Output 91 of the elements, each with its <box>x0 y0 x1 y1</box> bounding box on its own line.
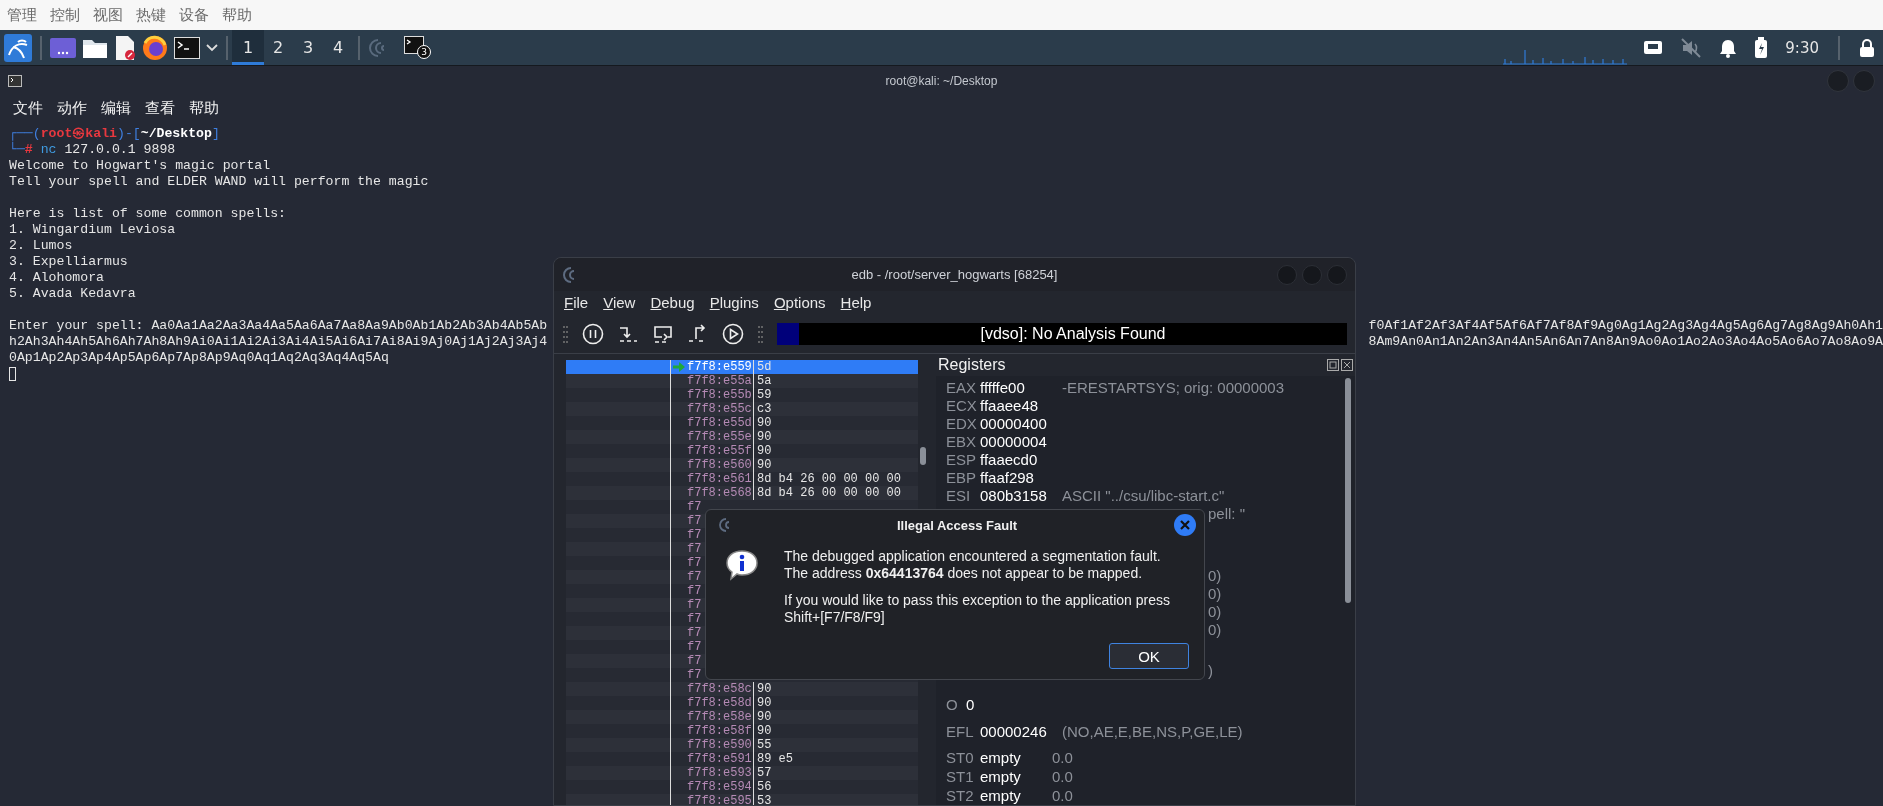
address-cell: f7f8:e55b <box>687 388 752 402</box>
register-value: fffffe00 <box>980 378 1026 396</box>
output-line: f0Af1Af2Af3Af4Af5Af6Af7Af8Af9Ag0Ag1Ag2Ag3Ag4Ag5Ag6Ag7Ag8Ag9Ah0Ah1 <box>1368 318 1883 334</box>
prompt-line: ┌──(root㉿kali)-[~/Desktop] <box>9 126 220 142</box>
register-name: ECX <box>946 396 978 414</box>
output-line: Here is list of some common spells: <box>9 206 286 222</box>
register-value: 0 <box>966 695 976 713</box>
register-name: EAX <box>946 378 977 396</box>
register-name: EDX <box>946 414 978 432</box>
status-text: [vdso]: No Analysis Found <box>979 325 1167 343</box>
register-text: pell: " <box>1208 504 1245 522</box>
output-line: 5. Avada Kedavra <box>9 286 136 302</box>
register-text: 0) <box>1208 584 1222 602</box>
register-comment: ASCII "../csu/libc-start.c" <box>1062 486 1225 504</box>
register-text: ) <box>1208 661 1213 679</box>
prompt-line: └─# nc 127.0.0.1 9898 <box>9 142 176 158</box>
register-name: ST1 <box>946 768 975 785</box>
register-name: EBX <box>946 432 977 450</box>
address-cell: f7f8:e593 <box>687 766 752 780</box>
register-comment: (NO,AE,E,BE,NS,P,GE,LE) <box>1062 722 1243 740</box>
address-cell: f7f8:e559 <box>687 360 752 374</box>
register-value: 080b3158 <box>980 486 1048 504</box>
panel-title: Registers <box>938 356 1006 374</box>
address-cell: f7f8:e590 <box>687 738 752 752</box>
address-cell: f7f8:e594 <box>687 780 752 794</box>
address-cell: f7f8:e595 <box>687 794 752 805</box>
address-cell: f7f8:e58c <box>687 682 752 696</box>
register-value: empty <box>980 749 1022 766</box>
address-cell: f7 <box>687 598 702 612</box>
address-cell: f7f8:e55f <box>687 444 752 458</box>
window-title: root@kali: ~/Desktop <box>885 73 998 88</box>
address-cell: f7f8:e591 <box>687 752 752 766</box>
register-comment: 0.0 <box>1052 787 1073 804</box>
address-cell: f7 <box>687 654 702 668</box>
output-line: 2. Lumos <box>9 238 73 254</box>
address-cell: f7f8:e55c <box>687 402 752 416</box>
output-line: Enter your spell: Aa0Aa1Aa2Aa3Aa4Aa5Aa6Aa7Aa8Aa9Ab0Ab1Ab2Ab3Ab4Ab5Ab <box>9 318 548 334</box>
register-name: ST0 <box>946 749 975 766</box>
address-cell: f7 <box>687 584 702 598</box>
window-title: edb - /root/server_hogwarts [68254] <box>851 267 1058 282</box>
output-line: Tell your spell and ELDER WAND will perform the magic <box>9 174 429 190</box>
register-name: EFL <box>946 722 975 740</box>
address-cell: f7f8:e55e <box>687 430 752 444</box>
address-cell: f7 <box>687 528 702 542</box>
address-cell: f7f8:e55d <box>687 416 752 430</box>
register-text: 0) <box>1208 566 1222 584</box>
address-cell: f7 <box>687 626 702 640</box>
register-text: 0) <box>1208 602 1222 620</box>
address-cell: f7f8:e560 <box>687 458 752 472</box>
register-name: EBP <box>946 468 977 486</box>
address-cell: f7f8:e561 <box>687 472 752 486</box>
address-cell: f7 <box>687 542 702 556</box>
register-name: ESI <box>946 486 972 504</box>
address-cell: f7 <box>687 500 702 514</box>
output-line: 1. Wingardium Leviosa <box>9 222 176 238</box>
address-cell: f7 <box>687 612 702 626</box>
register-comment: -ERESTARTSYS; orig: 00000003 <box>1062 378 1285 396</box>
address-cell: f7f8:e58e <box>687 710 752 724</box>
address-cell: f7 <box>687 640 702 654</box>
bytes-cell: 53 <box>753 794 918 805</box>
address-cell: f7f8:e568 <box>687 486 752 500</box>
dialog-title: Illegal Access Fault <box>896 517 1018 533</box>
address-cell: f7f8:e55a <box>687 374 752 388</box>
address-cell: f7f8:e58d <box>687 696 752 710</box>
count-badge: 3 <box>417 45 431 59</box>
register-value: empty <box>980 768 1022 785</box>
register-text: 0) <box>1208 620 1222 638</box>
address-cell: f7 <box>687 668 702 682</box>
register-comment: 0.0 <box>1052 768 1073 785</box>
register-name: O <box>946 695 959 713</box>
register-value: 00000400 <box>980 414 1048 432</box>
register-value: ffaaf298 <box>980 468 1035 486</box>
register-value: 00000004 <box>980 432 1048 450</box>
register-value: ffaaecd0 <box>980 450 1039 468</box>
address-cell: f7 <box>687 570 702 584</box>
output-line: 3. Expelliarmus <box>9 254 128 270</box>
register-value: 00000246 <box>980 722 1048 740</box>
register-comment: 0.0 <box>1052 749 1073 766</box>
output-line: 4. Alohomora <box>9 270 104 286</box>
hint-text: If you would like to pass this exception to the application press Shift+[F7/F8/F9] <box>784 592 1171 626</box>
output-line: h2Ah3Ah4Ah5Ah6Ah7Ah8Ah9Ai0Ai1Ai2Ai3Ai4Ai5Ai6Ai7Ai8Ai9Aj0Aj1Aj2Aj3Aj4 <box>9 334 548 350</box>
address-cell: f7 <box>687 556 702 570</box>
register-name: ST2 <box>946 787 975 804</box>
register-value: ffaaee48 <box>980 396 1040 414</box>
output-line: Welcome to Hogwart's magic portal <box>9 158 271 174</box>
output-line: 0Ap1Ap2Ap3Ap4Ap5Ap6Ap7Ap8Ap9Aq0Aq1Aq2Aq3Aq4Aq5Aq <box>9 350 389 366</box>
register-name: ESP <box>946 450 977 468</box>
output-line: 8Am9An0An1An2An3An4An5An6An7An8An9Ao0Ao1Ao2Ao3Ao4Ao5Ao6Ao7Ao8Ao9A <box>1368 334 1883 350</box>
register-value: empty <box>980 787 1022 804</box>
address-cell: f7f8:e58f <box>687 724 752 738</box>
address-cell: f7 <box>687 514 702 528</box>
